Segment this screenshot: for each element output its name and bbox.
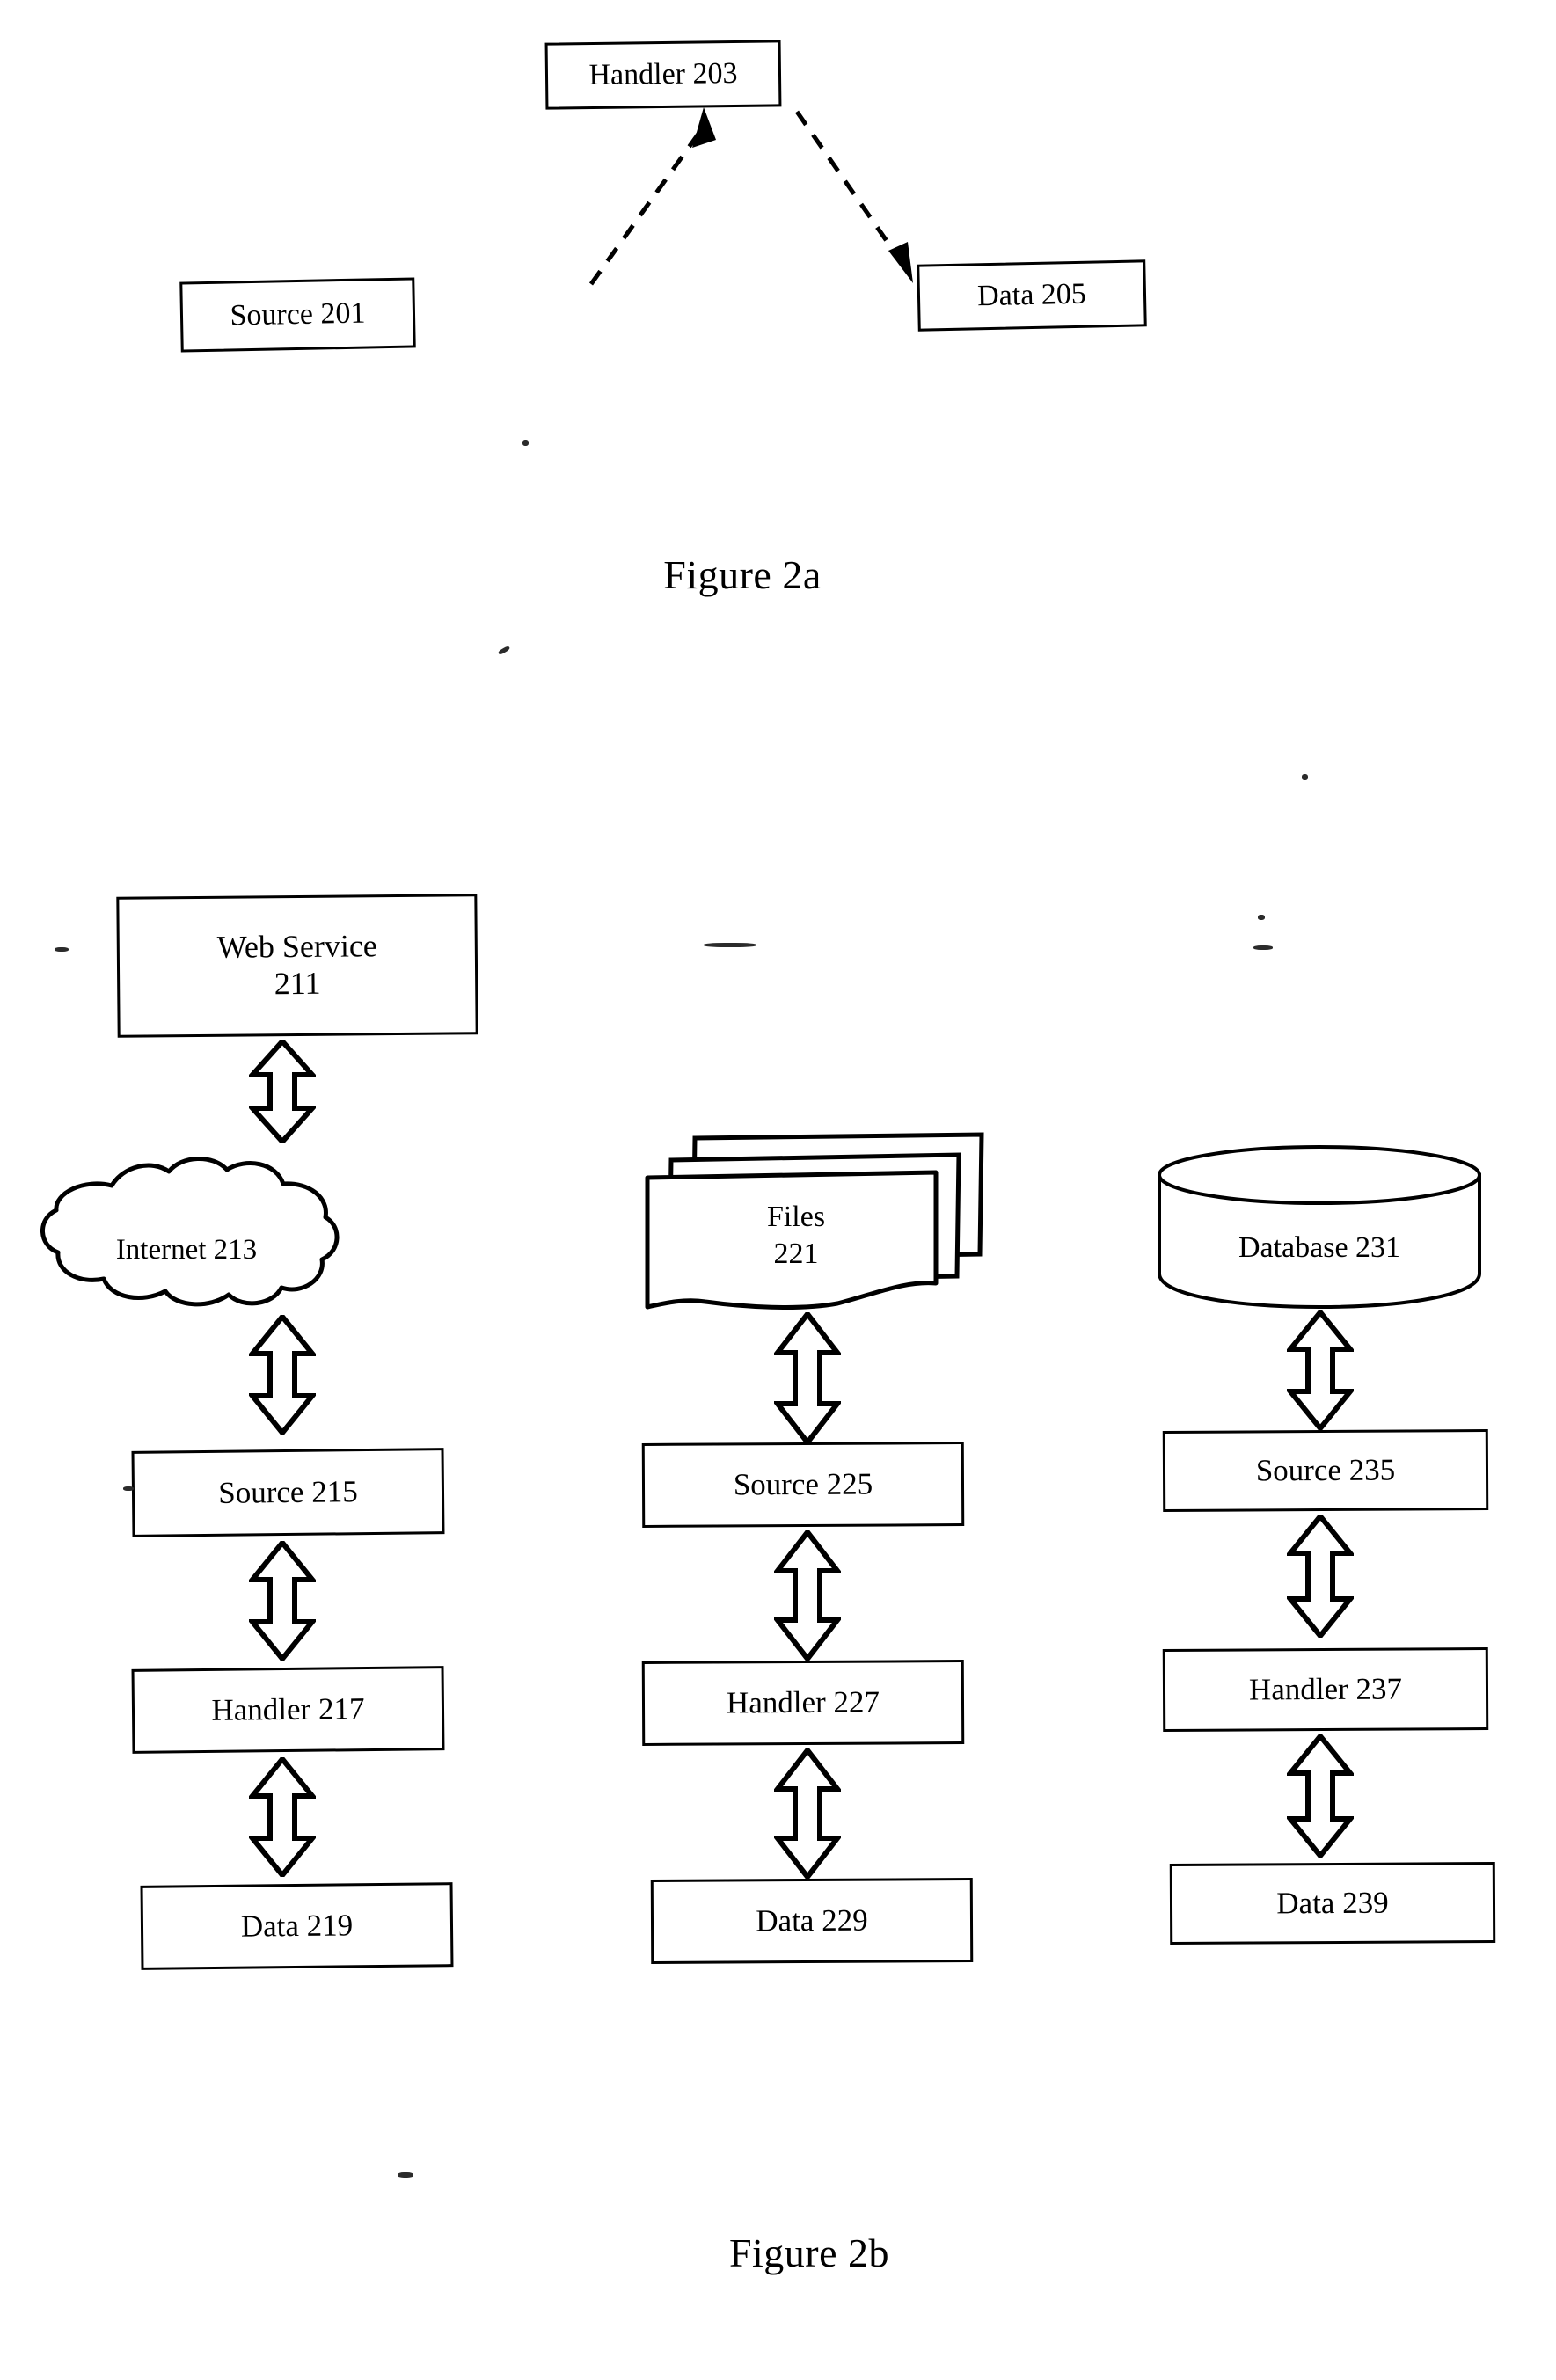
node-files-221-label: Files 221 [766, 1200, 826, 1271]
scan-artifact [704, 943, 756, 947]
node-handler-227: Handler 227 [641, 1660, 965, 1746]
shape-database-cylinder [1152, 1142, 1487, 1309]
node-web-service-211-label: Web Service 211 [216, 928, 377, 1002]
node-handler-217: Handler 217 [131, 1666, 445, 1754]
node-data-229: Data 229 [650, 1878, 974, 1964]
node-handler-237-label: Handler 237 [1248, 1671, 1403, 1707]
node-data-219: Data 219 [140, 1882, 454, 1970]
arrow-source-215-to-handler-217 [249, 1541, 316, 1661]
node-internet-213-label: Internet 213 [115, 1234, 258, 1266]
scan-artifact [1253, 945, 1273, 950]
scan-artifact [55, 947, 69, 952]
shape-internet-cloud [19, 1143, 345, 1310]
node-handler-203-label: Handler 203 [588, 57, 738, 92]
arrow-handler-237-to-data-239 [1287, 1734, 1354, 1858]
connector-source-to-handler [588, 107, 716, 286]
node-source-201-label: Source 201 [230, 296, 366, 332]
scan-artifact [1258, 915, 1265, 920]
node-data-205: Data 205 [917, 259, 1147, 332]
scan-artifact [497, 645, 511, 656]
node-web-service-211: Web Service 211 [116, 894, 478, 1038]
scan-artifact [522, 440, 529, 446]
node-data-229-label: Data 229 [756, 1902, 868, 1938]
connector-handler-to-data [794, 110, 913, 283]
node-database-231-label: Database 231 [1238, 1231, 1401, 1264]
scan-artifact [123, 1486, 134, 1491]
node-handler-203: Handler 203 [544, 40, 782, 110]
node-handler-227-label: Handler 227 [726, 1684, 880, 1720]
node-source-215: Source 215 [131, 1448, 445, 1537]
arrow-handler-227-to-data-229 [774, 1748, 841, 1879]
node-source-225-label: Source 225 [733, 1466, 873, 1502]
node-source-201: Source 201 [179, 277, 416, 353]
node-handler-217-label: Handler 217 [211, 1690, 365, 1727]
arrow-source-235-to-handler-237 [1287, 1515, 1354, 1638]
node-source-235-label: Source 235 [1255, 1452, 1396, 1488]
scan-artifact [398, 2172, 413, 2178]
node-data-239-label: Data 239 [1276, 1885, 1389, 1921]
figure-2a-caption: Figure 2a [663, 552, 822, 597]
node-source-225: Source 225 [641, 1442, 965, 1528]
node-data-205-label: Data 205 [976, 277, 1087, 313]
scan-artifact [1302, 774, 1308, 780]
node-source-235: Source 235 [1162, 1429, 1489, 1512]
arrow-database-to-source-235 [1287, 1310, 1354, 1430]
arrow-files-to-source-225 [774, 1312, 841, 1444]
node-data-239: Data 239 [1169, 1862, 1496, 1945]
arrow-internet-to-source-215 [249, 1315, 316, 1435]
node-handler-237: Handler 237 [1162, 1647, 1489, 1732]
patent-drawing-sheet: Handler 203 Source 201 Data 205 Figure 2… [0, 0, 1556, 2380]
node-source-215-label: Source 215 [218, 1473, 358, 1510]
arrow-web-service-to-internet [249, 1040, 316, 1143]
node-data-219-label: Data 219 [240, 1908, 354, 1944]
figure-2b-caption: Figure 2b [728, 2230, 890, 2275]
arrow-source-225-to-handler-227 [774, 1530, 841, 1661]
arrow-handler-217-to-data-219 [249, 1757, 316, 1877]
